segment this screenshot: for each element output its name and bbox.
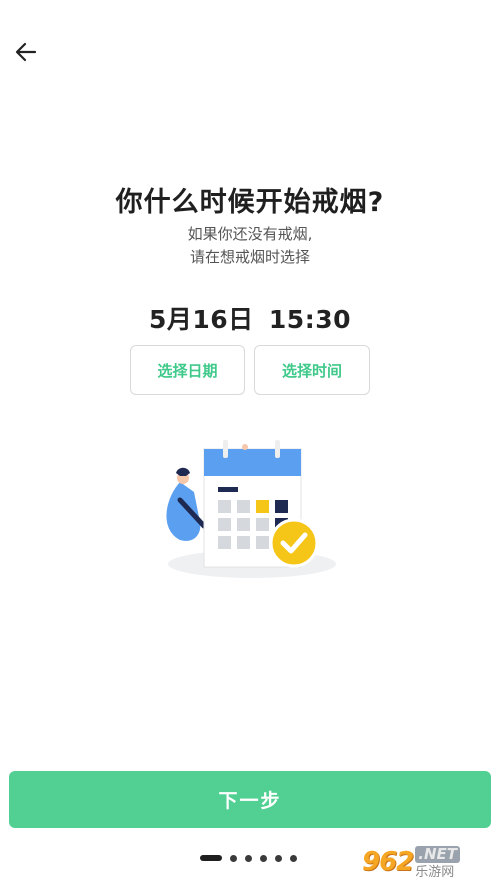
select-date-button[interactable]: 选择日期 (130, 345, 245, 395)
page-dot-active (200, 855, 222, 861)
question-title: 你什么时候开始戒烟? (115, 187, 385, 218)
hint-line-1: 如果你还没有戒烟, (187, 225, 313, 243)
page-dot (290, 854, 297, 862)
next-step-button[interactable]: 下一步 (9, 771, 491, 828)
arrow-left-icon (15, 41, 37, 67)
select-time-button[interactable]: 选择时间 (254, 345, 370, 395)
selected-date: 5月16日 (149, 305, 254, 334)
selected-time: 15:30 (268, 305, 351, 334)
calendar-check-illustration (150, 430, 350, 585)
watermark-net: .NET (415, 845, 461, 863)
site-watermark: 962 .NET 乐游网 (362, 840, 494, 884)
page-dot (260, 854, 267, 862)
page-dot (245, 854, 252, 862)
selected-datetime: 5月16日 15:30 (0, 300, 500, 336)
page-dot (230, 854, 237, 862)
back-button[interactable] (8, 36, 44, 72)
page-indicator (200, 853, 305, 863)
page-dot (275, 854, 282, 862)
hint-line-2: 请在想戒烟时选择 (189, 248, 310, 266)
watermark-site: 乐游网 (415, 864, 455, 880)
watermark-logo: 962 (362, 847, 414, 877)
